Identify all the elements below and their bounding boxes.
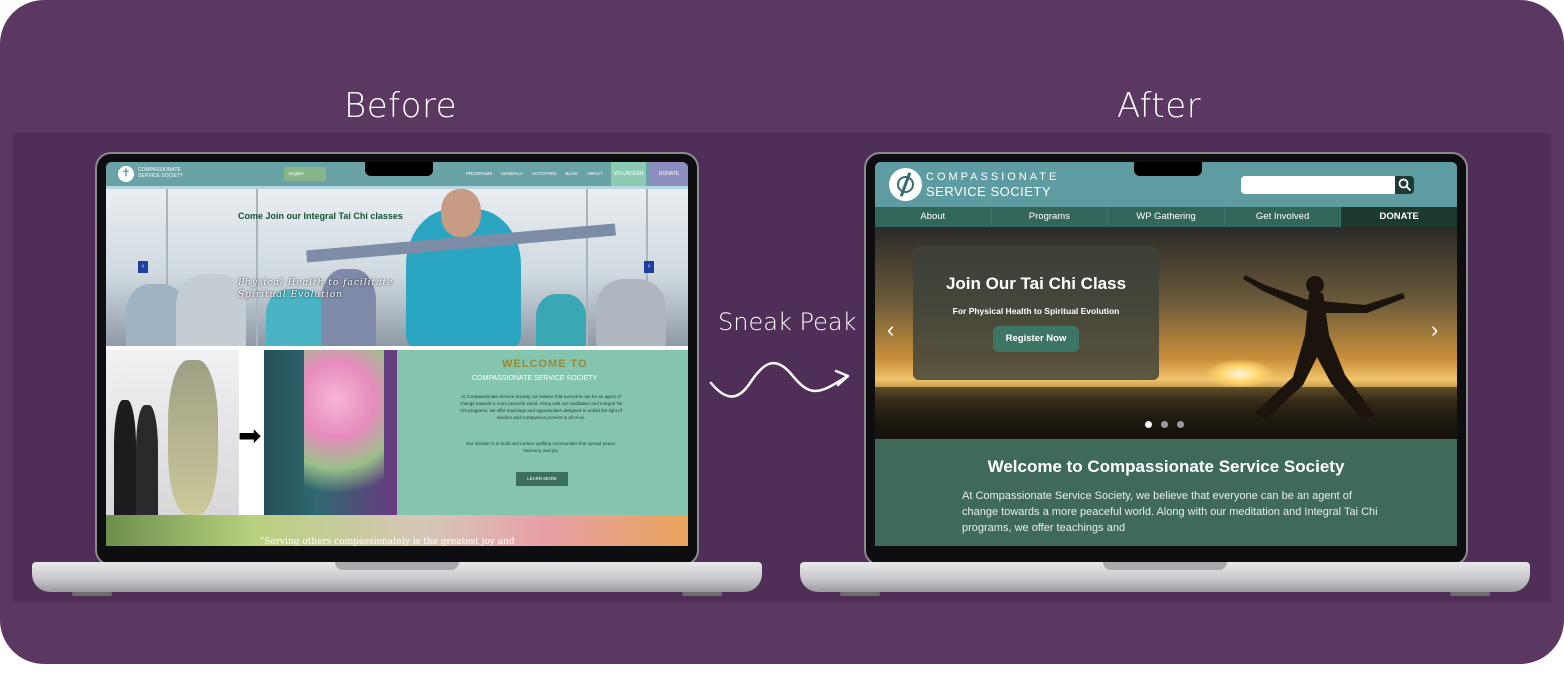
quote-text: "Serving others compassionately is the g…	[260, 537, 515, 546]
before-donate-button[interactable]: DONATE	[650, 162, 688, 186]
nav-about[interactable]: ABOUT	[587, 171, 603, 176]
hero-subtitle: For Physical Health to Spiritual Evoluti…	[952, 306, 1120, 316]
before-welcome-section: ➡ WELCOME TO COMPASSIONATE SERVICE SOCIE…	[106, 350, 688, 515]
flower-cluster	[304, 350, 384, 515]
instructor-head	[441, 189, 481, 237]
trackpad-notch	[335, 562, 459, 570]
flower-arrangement-photo	[106, 350, 239, 515]
tai-chi-silhouette	[1243, 275, 1405, 420]
right-arrow-icon: ➡	[238, 420, 262, 451]
nav-activities[interactable]: ACTIVITIES	[532, 171, 557, 176]
after-welcome-title: Welcome to Compassionate Service Society	[987, 457, 1345, 476]
after-heading: After	[1117, 86, 1202, 126]
before-next-arrow[interactable]: ›	[644, 261, 654, 273]
window-frame	[586, 189, 588, 346]
language-select[interactable]: English	[284, 167, 326, 181]
laptop-foot	[72, 592, 112, 596]
learn-more-button[interactable]: LEARN MORE	[516, 472, 568, 486]
trackpad-notch	[1103, 562, 1227, 570]
before-hero-title: Come Join our Integral Tai Chi classes	[238, 211, 403, 221]
camera-notch	[365, 162, 433, 176]
carousel-dot[interactable]	[1177, 421, 1184, 428]
nav-programs[interactable]: Programs	[992, 207, 1109, 227]
laptop-foot	[682, 592, 722, 596]
chevron-left-icon[interactable]: ‹	[887, 319, 894, 341]
quote-banner: "Serving others compassionately is the g…	[106, 515, 688, 546]
before-welcome-subtitle: COMPASSIONATE SERVICE SOCIETY	[472, 375, 598, 382]
before-welcome-title: WELCOME TO	[502, 358, 588, 370]
laptop-base	[800, 562, 1530, 592]
class-participant	[596, 279, 666, 346]
brand-line-1[interactable]: COMPASSIONATE	[926, 171, 1059, 183]
search-button[interactable]	[1395, 176, 1414, 194]
floral-display-photo	[264, 350, 397, 515]
after-logo-icon[interactable]	[889, 168, 922, 201]
carousel-dot[interactable]	[1145, 421, 1152, 428]
before-logo-icon[interactable]: ✝	[118, 166, 134, 182]
before-hero: Come Join our Integral Tai Chi classes P…	[106, 189, 688, 346]
after-nav: About Programs WP Gathering Get Involved…	[875, 207, 1457, 227]
after-welcome-section: Welcome to Compassionate Service Society…	[875, 439, 1457, 546]
sneak-peak-label: Sneak Peak	[718, 308, 857, 336]
showcase-frame: Before After Sneak Peak ✝ COMPASSIONATE …	[0, 0, 1564, 664]
class-participant	[176, 274, 246, 346]
laptop-lid: COMPASSIONATE SERVICE SOCIETY About Prog…	[864, 152, 1468, 566]
laptop-foot	[840, 592, 880, 596]
nav-programs[interactable]: PROGRAMS	[466, 171, 492, 176]
squiggle-arrow-icon	[709, 362, 850, 398]
nav-get-involved[interactable]: Get Involved	[1225, 207, 1342, 227]
laptop-lid: ✝ COMPASSIONATE SERVICE SOCIETY English …	[95, 152, 699, 566]
before-prev-arrow[interactable]: ‹	[138, 261, 148, 273]
laptop-base	[32, 562, 762, 592]
before-welcome-paragraph: At Compassionate Service Society, we bel…	[459, 394, 622, 420]
photo-person	[114, 400, 136, 515]
camera-notch	[1134, 162, 1202, 176]
after-hero-carousel: Join Our Tai Chi Class For Physical Heal…	[875, 227, 1457, 439]
carousel-dot[interactable]	[1161, 421, 1168, 428]
brand-line-2[interactable]: SERVICE SOCIETY	[926, 184, 1051, 199]
search-input[interactable]	[1241, 176, 1397, 194]
search-icon	[1398, 178, 1411, 191]
volunteer-button[interactable]: VOLUNTEER	[611, 162, 646, 186]
chevron-right-icon[interactable]: ›	[1431, 319, 1438, 341]
hero-title: Join Our Tai Chi Class	[945, 274, 1127, 293]
before-heading: Before	[344, 86, 458, 126]
nav-blog[interactable]: BLOG	[566, 171, 579, 176]
before-mission-paragraph: Our mission is to build and nurture upli…	[465, 441, 617, 453]
laptop-foot	[1450, 592, 1490, 596]
carousel-dots	[1145, 421, 1184, 428]
hero-subtitle-line: Spiritual Evolution	[238, 290, 343, 300]
before-brand[interactable]: COMPASSIONATE SERVICE SOCIETY	[138, 167, 198, 179]
after-screen: COMPASSIONATE SERVICE SOCIETY About Prog…	[875, 162, 1457, 546]
photo-person	[136, 405, 158, 515]
after-donate-button[interactable]: DONATE	[1341, 207, 1457, 227]
floral-tree	[168, 360, 218, 515]
class-participant	[536, 294, 586, 346]
before-screen: ✝ COMPASSIONATE SERVICE SOCIETY English …	[106, 162, 688, 546]
register-now-button[interactable]: Register Now	[993, 326, 1079, 352]
nav-about[interactable]: About	[875, 207, 992, 227]
before-hero-subtitle: Physical Health to facilitate Spiritual …	[238, 277, 393, 301]
before-nav-links: PROGRAMS MANDALA ACTIVITIES BLOG ABOUT	[466, 171, 603, 176]
nav-mandala[interactable]: MANDALA	[501, 171, 523, 176]
after-welcome-paragraph: At Compassionate Service Society, we bel…	[962, 490, 1378, 534]
nav-wp-gathering[interactable]: WP Gathering	[1108, 207, 1225, 227]
hero-card: Join Our Tai Chi Class For Physical Heal…	[913, 246, 1159, 380]
hero-subtitle-line: Physical Health to facilitate	[238, 278, 394, 288]
